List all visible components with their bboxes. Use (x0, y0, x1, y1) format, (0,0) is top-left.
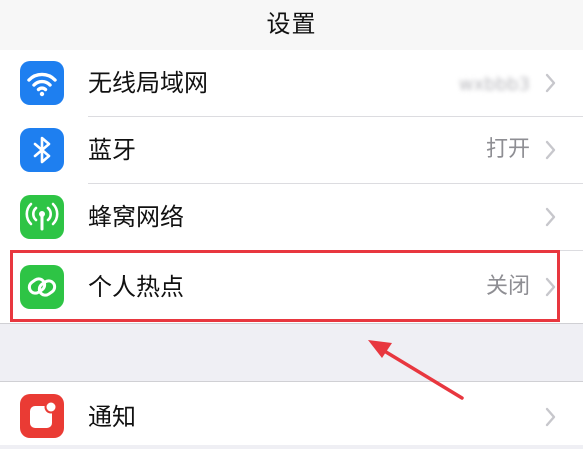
bluetooth-icon (20, 128, 64, 172)
chevron-right-icon (545, 73, 556, 93)
navigation-bar: 设置 (0, 0, 583, 51)
bluetooth-status: 打开 (485, 137, 530, 162)
settings-row-label: 蜂窝网络 (88, 203, 184, 231)
settings-row-cellular[interactable]: 蜂窝网络 (0, 184, 583, 251)
notifications-icon (20, 394, 64, 438)
wifi-icon (20, 61, 64, 105)
highlight-box (10, 250, 560, 322)
chevron-right-icon (545, 407, 556, 427)
settings-row-label: 通知 (88, 403, 136, 431)
settings-row-label: 无线局域网 (88, 69, 208, 97)
wifi-network-name: wxbbb3 (458, 74, 530, 95)
cellular-icon (20, 195, 64, 239)
page-title: 设置 (266, 10, 317, 38)
chevron-right-icon (545, 140, 556, 160)
settings-row-notifications[interactable]: 通知 (0, 382, 583, 449)
settings-group-notifications: 通知 (0, 381, 583, 445)
settings-row-bluetooth[interactable]: 蓝牙 打开 (0, 117, 583, 184)
settings-row-label: 蓝牙 (88, 136, 136, 164)
chevron-right-icon (545, 207, 556, 227)
settings-row-wifi[interactable]: 无线局域网 wxbbb3 (0, 50, 583, 117)
